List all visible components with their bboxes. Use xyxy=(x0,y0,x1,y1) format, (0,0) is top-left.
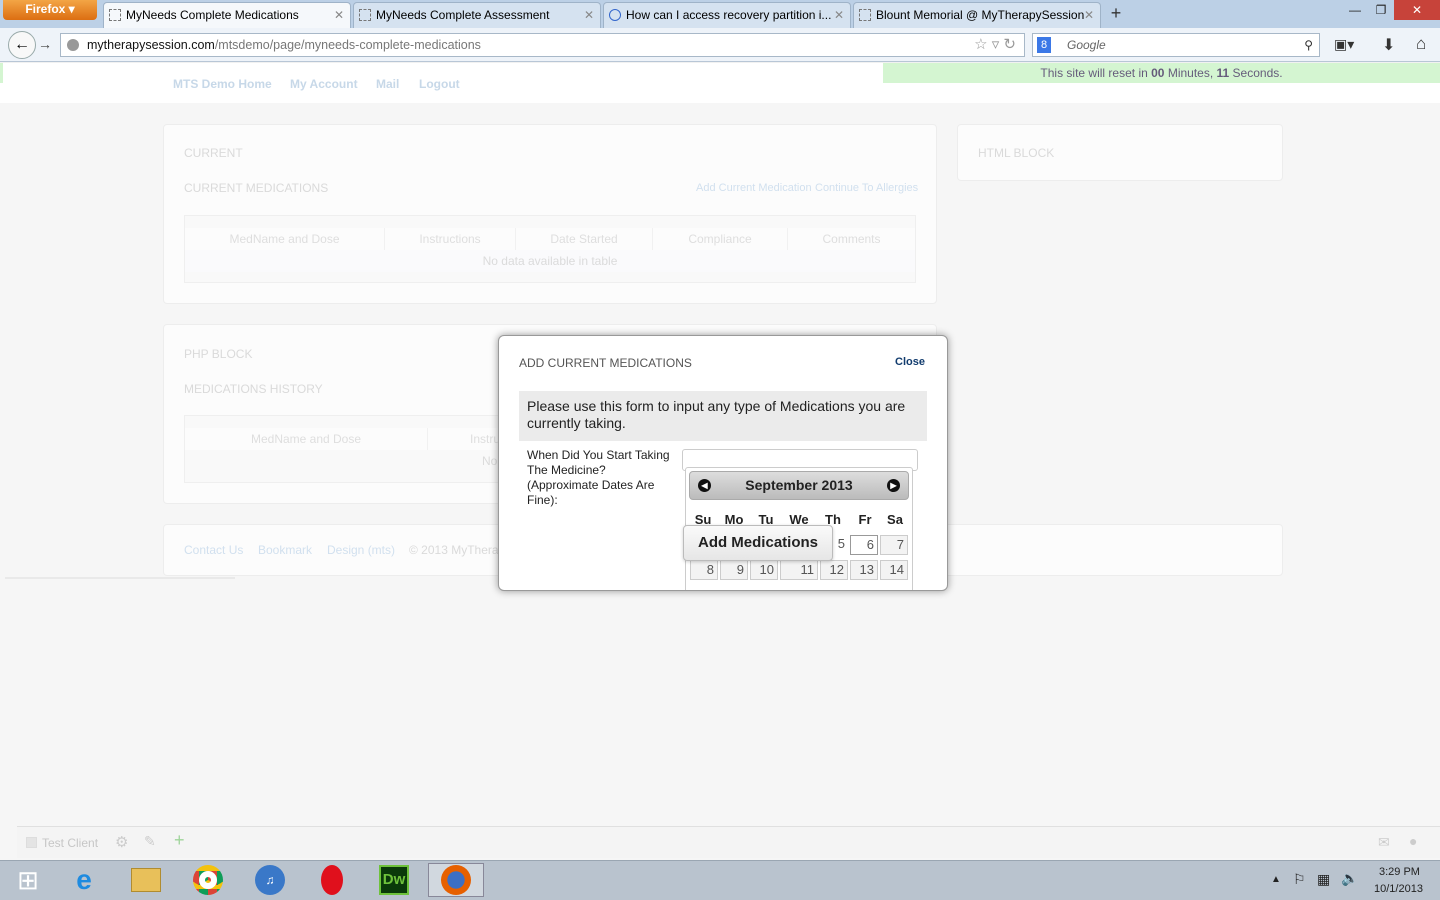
edit-icon[interactable]: ✎ xyxy=(144,833,156,850)
dell-icon xyxy=(609,9,621,21)
bottom-toolbar: Test Client ⚙ ✎ + ✉ ● xyxy=(17,826,1440,858)
action-center-flag-icon[interactable]: ⚐ xyxy=(1293,871,1306,888)
windows-start-icon[interactable]: ⊞ xyxy=(6,863,50,897)
calendar-day[interactable]: 10 xyxy=(750,560,778,580)
add-medications-button[interactable]: Add Medications xyxy=(683,525,833,561)
close-tab-icon[interactable]: ✕ xyxy=(334,3,344,27)
calendar-day[interactable]: 7 xyxy=(880,535,908,555)
clock-time[interactable]: 3:29 PM xyxy=(1379,866,1420,878)
globe-icon xyxy=(67,39,79,51)
close-window-button[interactable]: ✕ xyxy=(1394,0,1440,20)
file-explorer-icon[interactable] xyxy=(124,863,168,897)
tab-blount-memorial[interactable]: Blount Memorial @ MyTherapySession ✕ xyxy=(853,2,1101,28)
search-icon[interactable]: ⚲ xyxy=(1304,34,1313,56)
month-label: September 2013 xyxy=(745,477,853,493)
firefox-taskbar-icon[interactable] xyxy=(428,863,484,897)
client-label[interactable]: Test Client xyxy=(42,836,98,850)
calendar-day[interactable]: 11 xyxy=(780,560,818,580)
calendar-day[interactable]: 13 xyxy=(850,560,878,580)
intro-text: Please use this form to input any type o… xyxy=(519,391,927,441)
calendar-day[interactable]: 8 xyxy=(690,560,718,580)
url-path: /mtsdemo/page/myneeds-complete-medicatio… xyxy=(214,38,481,52)
prev-month-icon[interactable]: ◀ xyxy=(698,479,711,492)
user-icon[interactable]: ● xyxy=(1409,833,1417,849)
dialog-title: ADD CURRENT MEDICATIONS xyxy=(519,356,692,370)
tab-myneeds-assessment[interactable]: MyNeeds Complete Assessment ✕ xyxy=(353,2,601,28)
itunes-icon[interactable]: ♫ xyxy=(248,863,292,897)
forward-button[interactable]: → xyxy=(38,36,52,52)
restore-button[interactable]: ❐ xyxy=(1366,0,1396,20)
url-bar[interactable]: mytherapysession.com/mtsdemo/page/myneed… xyxy=(60,33,1025,57)
internet-explorer-icon[interactable]: e xyxy=(62,863,106,897)
new-tab-button[interactable]: + xyxy=(1103,2,1129,26)
add-icon[interactable]: + xyxy=(174,830,185,851)
weekday-label: Sa xyxy=(887,512,903,527)
close-tab-icon[interactable]: ✕ xyxy=(584,3,594,27)
tab-title: How can I access recovery partition i... xyxy=(626,8,832,22)
toolbar-menu-icon[interactable]: ▣▾ xyxy=(1334,36,1354,53)
add-medications-dialog: ADD CURRENT MEDICATIONS Close Please use… xyxy=(498,335,948,591)
network-icon[interactable]: ▦ xyxy=(1317,871,1330,888)
search-placeholder: Google xyxy=(1067,38,1106,52)
clock-date[interactable]: 10/1/2013 xyxy=(1374,883,1423,895)
tab-title: MyNeeds Complete Medications xyxy=(126,8,299,22)
volume-icon[interactable]: 🔈 xyxy=(1341,870,1358,887)
close-tab-icon[interactable]: ✕ xyxy=(1084,3,1094,27)
url-domain: mytherapysession.com xyxy=(87,38,215,52)
search-input[interactable]: 8 Google ⚲ xyxy=(1032,33,1320,57)
downloads-icon[interactable]: ⬇ xyxy=(1382,35,1395,55)
weekday-label: Fr xyxy=(858,512,872,527)
calendar-day-today[interactable]: 6 xyxy=(850,535,878,555)
home-icon[interactable]: ⌂ xyxy=(1416,34,1426,54)
page-icon xyxy=(359,9,371,21)
client-checkbox[interactable] xyxy=(26,837,37,848)
back-button[interactable]: ← xyxy=(8,31,36,59)
close-tab-icon[interactable]: ✕ xyxy=(834,3,844,27)
dreamweaver-icon[interactable]: Dw xyxy=(372,863,416,897)
firefox-menu-button[interactable]: Firefox ▾ xyxy=(3,0,97,20)
start-date-label: When Did You Start Taking The Medicine? … xyxy=(527,448,670,507)
tab-title: MyNeeds Complete Assessment xyxy=(376,8,550,22)
mail-icon[interactable]: ✉ xyxy=(1378,834,1390,851)
datepicker-header: ◀ September 2013 ▶ xyxy=(689,471,909,500)
tab-recovery-partition[interactable]: How can I access recovery partition i...… xyxy=(603,2,851,28)
show-hidden-icons[interactable]: ▲ xyxy=(1271,874,1281,885)
calendar-day[interactable]: 12 xyxy=(820,560,848,580)
gear-icon[interactable]: ⚙ xyxy=(115,833,128,851)
close-button[interactable]: Close xyxy=(895,356,925,368)
opera-icon[interactable] xyxy=(310,863,354,897)
google-icon: 8 xyxy=(1037,37,1051,53)
tab-myneeds-medications[interactable]: MyNeeds Complete Medications ✕ xyxy=(103,2,351,28)
page-icon xyxy=(859,9,871,21)
tab-title: Blount Memorial @ MyTherapySession xyxy=(876,8,1085,22)
calendar-day[interactable]: 14 xyxy=(880,560,908,580)
page-icon xyxy=(109,9,121,21)
chrome-icon[interactable] xyxy=(186,863,230,897)
bookmark-star-icon[interactable]: ☆ ▿ ↻ xyxy=(974,34,1016,56)
next-month-icon[interactable]: ▶ xyxy=(887,479,900,492)
calendar-day[interactable]: 9 xyxy=(720,560,748,580)
